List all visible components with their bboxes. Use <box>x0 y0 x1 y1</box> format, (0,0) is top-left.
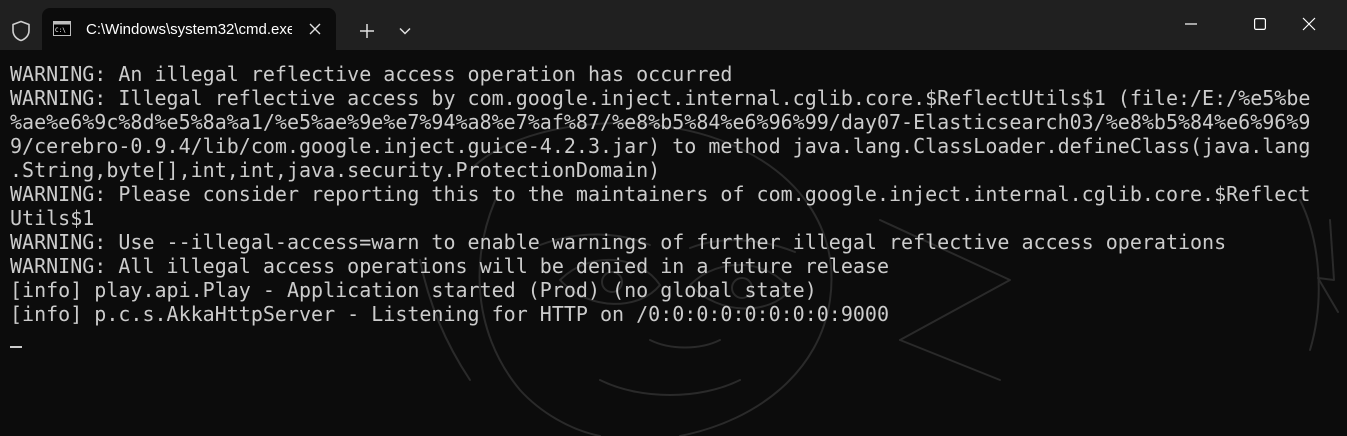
close-icon <box>309 23 321 35</box>
minimize-button[interactable] <box>1168 2 1214 46</box>
console-line: [info] play.api.Play - Application start… <box>10 278 817 302</box>
console-line: WARNING: All illegal access operations w… <box>10 254 889 278</box>
title-bar[interactable]: C:\ C:\Windows\system32\cmd.exe <box>0 0 1347 50</box>
tab-title: C:\Windows\system32\cmd.exe <box>86 21 292 38</box>
close-icon <box>1302 17 1316 31</box>
terminal-output-area[interactable]: WARNING: An illegal reflective access op… <box>0 50 1347 436</box>
maximize-button[interactable] <box>1237 2 1283 46</box>
svg-text:C:\: C:\ <box>55 27 66 34</box>
shield-icon[interactable] <box>8 18 34 44</box>
console-output: WARNING: An illegal reflective access op… <box>10 62 1340 326</box>
terminal-window: C:\ C:\Windows\system32\cmd.exe WARNING:… <box>0 0 1347 436</box>
chevron-down-icon <box>399 27 411 35</box>
console-line: WARNING: Illegal reflective access by co… <box>10 86 1311 110</box>
console-line: 9/cerebro-0.9.4/lib/com.google.inject.gu… <box>10 134 1311 158</box>
close-tab-button[interactable] <box>304 18 326 40</box>
console-line: WARNING: Use --illegal-access=warn to en… <box>10 230 1227 254</box>
tab-cmd[interactable]: C:\ C:\Windows\system32\cmd.exe <box>42 8 336 50</box>
console-line: .String,byte[],int,int,java.security.Pro… <box>10 158 661 182</box>
new-tab-button[interactable] <box>352 16 382 46</box>
console-line: WARNING: Please consider reporting this … <box>10 182 1311 206</box>
console-line: Utils$1 <box>10 206 95 230</box>
console-line: %ae%e6%9c%8d%e5%8a%a1/%e5%ae%9e%e7%94%a8… <box>10 110 1311 134</box>
plus-icon <box>360 24 374 38</box>
minimize-icon <box>1185 23 1197 25</box>
console-line: [info] p.c.s.AkkaHttpServer - Listening … <box>10 302 889 326</box>
text-cursor <box>10 346 22 348</box>
console-line: WARNING: An illegal reflective access op… <box>10 62 733 86</box>
maximize-icon <box>1254 18 1266 30</box>
tab-dropdown-button[interactable] <box>392 16 418 46</box>
close-window-button[interactable] <box>1286 2 1332 46</box>
cmd-prompt-icon: C:\ <box>53 21 71 36</box>
